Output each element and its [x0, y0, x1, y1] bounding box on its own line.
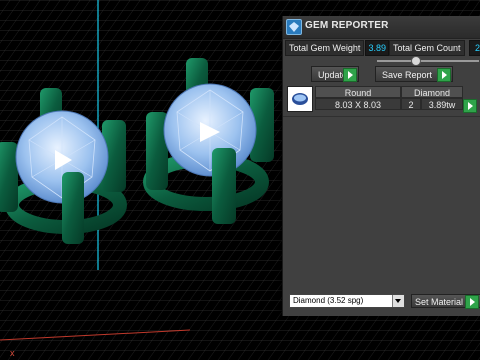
total-gem-weight-label: Total Gem Weight: [285, 40, 365, 56]
splitter-handle[interactable]: [411, 56, 421, 66]
save-report-button-label: Save Report: [382, 70, 433, 80]
gem-thumbnail-icon[interactable]: [287, 86, 313, 112]
material-row: Diamond (3.52 spg) Set Material: [283, 292, 480, 312]
material-select[interactable]: Diamond (3.52 spg): [289, 294, 405, 308]
update-button[interactable]: Update: [311, 66, 359, 82]
gem-weight-cell: 3.89tw: [421, 98, 463, 110]
svg-text:x: x: [10, 348, 15, 358]
total-gem-count-label: Total Gem Count: [389, 40, 465, 56]
total-gem-weight-value: 3.89: [365, 40, 389, 56]
dropdown-arrow-icon[interactable]: [392, 295, 404, 307]
column-header-material: Diamond: [401, 86, 463, 98]
row-select-play-icon[interactable]: [463, 99, 477, 113]
set-material-button[interactable]: Set Material: [411, 294, 480, 309]
title-bar[interactable]: GEM REPORTER: [283, 16, 480, 39]
gem-reporter-panel: GEM REPORTER Total Gem Weight 3.89 Total…: [282, 16, 480, 316]
play-icon: [465, 295, 479, 309]
gem-right: [163, 83, 257, 177]
gem-table: Round Diamond 8.03 X 8.03 2 3.89tw: [287, 86, 477, 113]
total-gem-count-value: 2: [469, 40, 480, 56]
material-name: Diamond: [293, 296, 326, 305]
material-density: (3.52 spg): [327, 296, 364, 305]
column-header-shape: Round: [315, 86, 401, 98]
window-title: GEM REPORTER: [305, 20, 389, 31]
divider: [283, 116, 480, 117]
gem-app-icon: [286, 19, 302, 35]
set-material-label: Set Material: [415, 297, 464, 307]
play-icon: [437, 68, 451, 82]
splitter-track: [377, 60, 479, 62]
stats-row: Total Gem Weight 3.89 Total Gem Count 2: [283, 40, 480, 56]
gem-size-cell: 8.03 X 8.03: [315, 98, 401, 110]
gem-count-cell: 2: [401, 98, 421, 110]
save-report-button[interactable]: Save Report: [375, 66, 453, 82]
play-icon: [343, 68, 357, 82]
